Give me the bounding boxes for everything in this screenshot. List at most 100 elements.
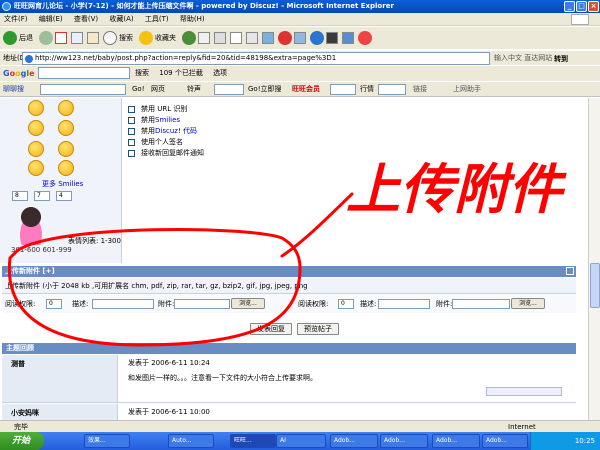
print-icon[interactable]	[214, 32, 226, 44]
smiley-icon[interactable]	[28, 141, 44, 157]
media-icon[interactable]	[182, 31, 196, 45]
task-button[interactable]: Auto...	[168, 434, 214, 448]
task-button[interactable]: Adob...	[482, 434, 528, 448]
task-button[interactable]: 效果...	[84, 434, 130, 448]
option-use-signature[interactable]: 使用个人签名	[128, 137, 204, 148]
search-now-button[interactable]: Go!立即搜	[248, 82, 282, 96]
mail-icon[interactable]	[198, 32, 210, 44]
menu-edit[interactable]: 编辑(E)	[39, 15, 63, 23]
task-button[interactable]: Adob...	[380, 434, 428, 448]
google-search-button[interactable]: 搜索	[135, 69, 149, 77]
menu-file[interactable]: 文件(F)	[4, 15, 28, 23]
file-input[interactable]	[174, 299, 230, 309]
smiley-icon[interactable]	[58, 141, 74, 157]
favorites-button[interactable]: 收藏夹	[139, 31, 176, 45]
edit-icon[interactable]	[230, 32, 242, 44]
task-button[interactable]: 旺旺...	[230, 434, 276, 448]
option-disable-smilies[interactable]: 禁用 Smilies	[128, 115, 204, 126]
popup-blocked-count[interactable]: 109 个已拦截	[159, 69, 203, 77]
clock[interactable]: 10:25	[575, 437, 595, 445]
close-button[interactable]: ×	[588, 1, 599, 12]
toolbar-icon-c[interactable]	[310, 31, 324, 45]
maximize-button[interactable]: □	[576, 1, 587, 12]
review-post: 小安妈咪 发表于 2006-6-11 10:00	[2, 404, 576, 420]
system-tray: 10:25	[530, 432, 600, 450]
checkbox[interactable]	[128, 128, 135, 135]
address-input[interactable]: http://ww123.net/baby/post.php?action=re…	[22, 52, 490, 65]
go-button[interactable]: 转到	[554, 52, 568, 65]
chat-go-button[interactable]: Go!	[132, 82, 145, 96]
vertical-scrollbar[interactable]	[588, 98, 600, 420]
submit-reply-button[interactable]: 发表回复	[250, 323, 292, 335]
page-select-1[interactable]: 8	[12, 191, 28, 201]
preview-post-button[interactable]: 预览帖子	[297, 323, 339, 335]
option-disable-discuz-code[interactable]: 禁用 Discuz! 代码	[128, 126, 204, 137]
description-input[interactable]	[92, 299, 154, 309]
helper-label[interactable]: 上网助手	[453, 82, 481, 96]
toolbar-icon-e[interactable]	[342, 32, 354, 44]
read-permission-input[interactable]: 0	[46, 299, 62, 309]
file-input-2[interactable]	[452, 299, 510, 309]
post-author: 测普	[2, 355, 118, 402]
smilies-list-label[interactable]: 表情列表: 1-300	[68, 236, 121, 246]
google-search-input[interactable]	[38, 67, 130, 79]
smilies-range-label[interactable]: 301-600 601-999	[11, 246, 72, 254]
menu-view[interactable]: 查看(V)	[74, 15, 98, 23]
menu-help[interactable]: 帮助(H)	[180, 15, 205, 23]
back-button[interactable]: 后退	[3, 31, 33, 45]
expand-icon[interactable]	[566, 267, 574, 275]
scroll-thumb[interactable]	[590, 263, 600, 308]
menu-favorites[interactable]: 收藏(A)	[109, 15, 133, 23]
toolbar-icon-a[interactable]	[278, 31, 292, 45]
toolbar-icon-d[interactable]	[326, 32, 338, 44]
search-button[interactable]: 搜索	[103, 31, 133, 45]
attachment-fields: 阅读权限: 0 描述: 附件: 浏览... 阅读权限: 0 描述: 附件: 浏览…	[2, 295, 576, 313]
minimize-button[interactable]: _	[564, 1, 575, 12]
ringtone-button[interactable]: 铃声	[187, 82, 201, 96]
smiley-icon[interactable]	[58, 100, 74, 116]
read-permission-input-2[interactable]: 0	[338, 299, 354, 309]
chat-search-input[interactable]	[40, 84, 126, 95]
stop-icon[interactable]	[55, 32, 67, 44]
web-search-button[interactable]: 网页	[151, 82, 165, 96]
checkbox[interactable]	[128, 139, 135, 146]
ringtone-input[interactable]	[214, 84, 244, 95]
address-bar: 地址(D) http://ww123.net/baby/post.php?act…	[0, 50, 600, 65]
page-select-2[interactable]: 7	[34, 191, 50, 201]
smiley-icon[interactable]	[58, 120, 74, 136]
discuss-icon[interactable]	[246, 32, 258, 44]
browse-button[interactable]: 浏览...	[231, 298, 265, 309]
toolbar-icon-f[interactable]	[358, 31, 372, 45]
smiley-icon[interactable]	[28, 100, 44, 116]
toolbar-icon-b[interactable]	[294, 32, 306, 44]
home-icon[interactable]	[87, 32, 99, 44]
task-button[interactable]: Adob...	[330, 434, 378, 448]
checkbox[interactable]	[128, 106, 135, 113]
post-tools[interactable]	[486, 387, 562, 396]
google-options-button[interactable]: 选项	[213, 69, 227, 77]
smiley-icon[interactable]	[28, 120, 44, 136]
attachment-header[interactable]: 上传新附件 [+]	[2, 266, 576, 277]
browse-button-2[interactable]: 浏览...	[511, 298, 545, 309]
option-email-notify[interactable]: 接收新回复邮件通知	[128, 148, 204, 159]
back-arrow-icon	[3, 31, 17, 45]
page-select-3[interactable]: 4	[56, 191, 72, 201]
smiley-icon[interactable]	[58, 160, 74, 176]
menu-tools[interactable]: 工具(T)	[145, 15, 169, 23]
more-smilies-link[interactable]: 更多 Smilies	[42, 179, 83, 189]
task-button[interactable]: AI	[276, 434, 326, 448]
checkbox[interactable]	[128, 117, 135, 124]
start-button[interactable]: 开始	[0, 432, 44, 450]
smiley-icon[interactable]	[28, 160, 44, 176]
task-button[interactable]: Adob...	[432, 434, 480, 448]
forward-button[interactable]	[39, 31, 53, 45]
refresh-icon[interactable]	[71, 32, 83, 44]
messenger-icon[interactable]	[262, 32, 274, 44]
checkbox[interactable]	[128, 150, 135, 157]
links-label[interactable]: 链接	[413, 82, 427, 96]
read-permission-label: 阅读权限:	[5, 300, 36, 308]
option-disable-url[interactable]: 禁用 URL 识别	[128, 104, 204, 115]
description-input-2[interactable]	[378, 299, 430, 309]
quote-select[interactable]	[378, 84, 406, 95]
quote-input[interactable]	[330, 84, 356, 95]
